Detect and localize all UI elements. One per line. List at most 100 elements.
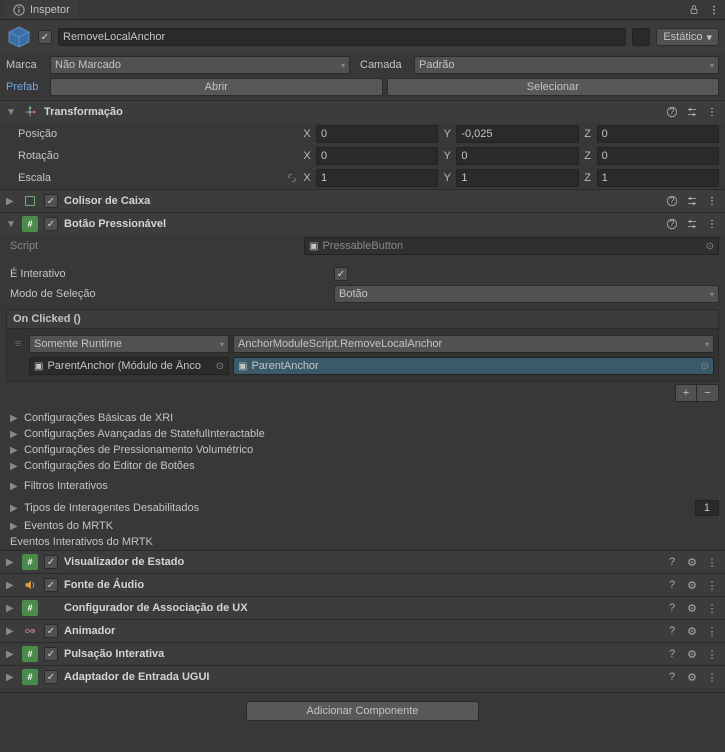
rotation-z-input[interactable] xyxy=(597,147,719,165)
lock-icon[interactable] xyxy=(687,3,701,17)
settings-icon[interactable] xyxy=(685,105,699,119)
fold-disabled-interactors[interactable]: ▶ Tipos de Interagentes Desabilitados 1 xyxy=(0,498,725,518)
state-visualizer-header[interactable]: ▶ # Visualizador de Estado ?⚙⋮ xyxy=(0,550,725,573)
foldout-icon[interactable]: ▼ xyxy=(6,107,16,118)
ux-binding-header[interactable]: ▶ # Configurador de Associação de UX ?⚙⋮ xyxy=(0,596,725,619)
kebab-icon[interactable] xyxy=(705,217,719,231)
event-target-field[interactable]: ▣ ParentAnchor (Módulo de Ânco ⊙ xyxy=(29,357,229,375)
kebab-menu-icon[interactable] xyxy=(707,3,721,17)
help-icon[interactable]: ? xyxy=(665,670,679,684)
gameobject-cube-icon xyxy=(6,24,32,50)
settings-icon[interactable]: ⚙ xyxy=(685,578,699,592)
fold-interactive-filters[interactable]: ▶Filtros Interativos xyxy=(0,478,725,494)
boxcollider-enable-checkbox[interactable] xyxy=(44,194,58,208)
transform-header[interactable]: ▼ Transformação ? xyxy=(0,100,725,123)
foldout-icon[interactable]: ▶ xyxy=(6,649,16,660)
layer-label: Camada xyxy=(360,59,410,71)
prefab-select-button[interactable]: Selecionar xyxy=(387,78,720,96)
foldout-icon[interactable]: ▶ xyxy=(6,196,16,207)
help-icon[interactable]: ? xyxy=(665,217,679,231)
fold-button-editor[interactable]: ▶Configurações do Editor de Botões xyxy=(0,458,725,474)
select-mode-dropdown[interactable]: Botão ▾ xyxy=(334,285,719,303)
help-icon[interactable]: ? xyxy=(665,578,679,592)
help-icon[interactable]: ? xyxy=(665,105,679,119)
settings-icon[interactable]: ⚙ xyxy=(685,601,699,615)
static-dropdown[interactable]: Estático ▾ xyxy=(656,28,719,46)
audio-source-header[interactable]: ▶ Fonte de Áudio ?⚙⋮ xyxy=(0,573,725,596)
scale-y-input[interactable] xyxy=(456,169,578,187)
event-add-button[interactable]: + xyxy=(675,384,697,402)
kebab-icon[interactable]: ⋮ xyxy=(705,578,719,592)
chevron-down-icon: ▾ xyxy=(705,340,709,349)
rotation-y-input[interactable] xyxy=(456,147,578,165)
foldout-icon[interactable]: ▶ xyxy=(6,557,16,568)
settings-icon[interactable]: ⚙ xyxy=(685,670,699,684)
object-picker-icon[interactable]: ⊙ xyxy=(701,361,709,372)
fold-mrtk-events[interactable]: ▶Eventos do MRTK xyxy=(0,518,725,534)
layer-dropdown[interactable]: Padrão ▾ xyxy=(414,56,719,74)
help-icon[interactable]: ? xyxy=(665,194,679,208)
settings-icon[interactable] xyxy=(685,217,699,231)
position-y-input[interactable] xyxy=(456,125,578,143)
event-remove-button[interactable]: − xyxy=(697,384,719,402)
pressable-header[interactable]: ▼ # Botão Pressionável ? xyxy=(0,212,725,235)
event-arg-field[interactable]: ▣ ParentAnchor ⊙ xyxy=(233,357,714,375)
foldout-icon[interactable]: ▶ xyxy=(6,672,16,683)
grab-handle-icon[interactable]: ≡ xyxy=(11,338,25,350)
interactable-pulse-header[interactable]: ▶ # Pulsação Interativa ?⚙⋮ xyxy=(0,642,725,665)
kebab-icon[interactable]: ⋮ xyxy=(705,670,719,684)
prefab-open-button[interactable]: Abrir xyxy=(50,78,383,96)
svg-text:?: ? xyxy=(669,218,674,229)
kebab-icon[interactable]: ⋮ xyxy=(705,601,719,615)
object-picker-icon[interactable]: ⊙ xyxy=(216,361,224,372)
gameobject-name-input[interactable] xyxy=(58,28,626,46)
scale-x-input[interactable] xyxy=(316,169,438,187)
settings-icon[interactable]: ⚙ xyxy=(685,647,699,661)
foldout-icon[interactable]: ▶ xyxy=(6,580,16,591)
scale-z-input[interactable] xyxy=(597,169,719,187)
gameobject-active-checkbox[interactable] xyxy=(38,30,52,44)
help-icon[interactable]: ? xyxy=(665,624,679,638)
inspector-tab[interactable]: Inspetor xyxy=(4,0,78,19)
tag-dropdown[interactable]: Não Marcado ▾ xyxy=(50,56,350,74)
scale-link-icon[interactable] xyxy=(286,172,298,184)
runtime-dropdown[interactable]: Somente Runtime ▾ xyxy=(29,335,229,353)
kebab-icon[interactable]: ⋮ xyxy=(705,624,719,638)
ugui-adapter-header[interactable]: ▶ # Adaptador de Entrada UGUI ?⚙⋮ xyxy=(0,665,725,688)
fold-stateful-adv[interactable]: ▶Configurações Avançadas de StatefulInte… xyxy=(0,426,725,442)
position-x-input[interactable] xyxy=(316,125,438,143)
kebab-icon[interactable]: ⋮ xyxy=(705,647,719,661)
fold-vol-press[interactable]: ▶Configurações de Pressionamento Volumét… xyxy=(0,442,725,458)
foldout-icon[interactable]: ▶ xyxy=(6,603,16,614)
settings-icon[interactable]: ⚙ xyxy=(685,555,699,569)
pressable-enable-checkbox[interactable] xyxy=(44,217,58,231)
settings-icon[interactable] xyxy=(685,194,699,208)
rotation-x-input[interactable] xyxy=(316,147,438,165)
kebab-icon[interactable] xyxy=(705,194,719,208)
boxcollider-header[interactable]: ▶ Colisor de Caixa ? xyxy=(0,189,725,212)
function-dropdown[interactable]: AnchorModuleScript.RemoveLocalAnchor ▾ xyxy=(233,335,714,353)
icon-slot[interactable] xyxy=(632,28,650,46)
is-interactive-row: É Interativo xyxy=(0,265,725,283)
enable-checkbox[interactable] xyxy=(44,578,58,592)
kebab-icon[interactable]: ⋮ xyxy=(705,555,719,569)
fold-mrtk-interactive-events[interactable]: Eventos Interativos do MRTK xyxy=(0,534,725,550)
help-icon[interactable]: ? xyxy=(665,601,679,615)
enable-checkbox[interactable] xyxy=(44,647,58,661)
script-field[interactable]: ▣ PressableButton ⊙ xyxy=(304,237,719,255)
fold-xri-basic[interactable]: ▶Configurações Básicas de XRI xyxy=(0,410,725,426)
animator-header[interactable]: ▶ Animador ?⚙⋮ xyxy=(0,619,725,642)
object-picker-icon[interactable]: ⊙ xyxy=(706,241,714,252)
foldout-icon[interactable]: ▶ xyxy=(6,626,16,637)
enable-checkbox[interactable] xyxy=(44,670,58,684)
foldout-icon[interactable]: ▼ xyxy=(6,219,16,230)
position-z-input[interactable] xyxy=(597,125,719,143)
settings-icon[interactable]: ⚙ xyxy=(685,624,699,638)
is-interactive-checkbox[interactable] xyxy=(334,267,348,281)
help-icon[interactable]: ? xyxy=(665,647,679,661)
help-icon[interactable]: ? xyxy=(665,555,679,569)
enable-checkbox[interactable] xyxy=(44,555,58,569)
add-component-button[interactable]: Adicionar Componente xyxy=(246,701,480,721)
enable-checkbox[interactable] xyxy=(44,624,58,638)
kebab-icon[interactable] xyxy=(705,105,719,119)
